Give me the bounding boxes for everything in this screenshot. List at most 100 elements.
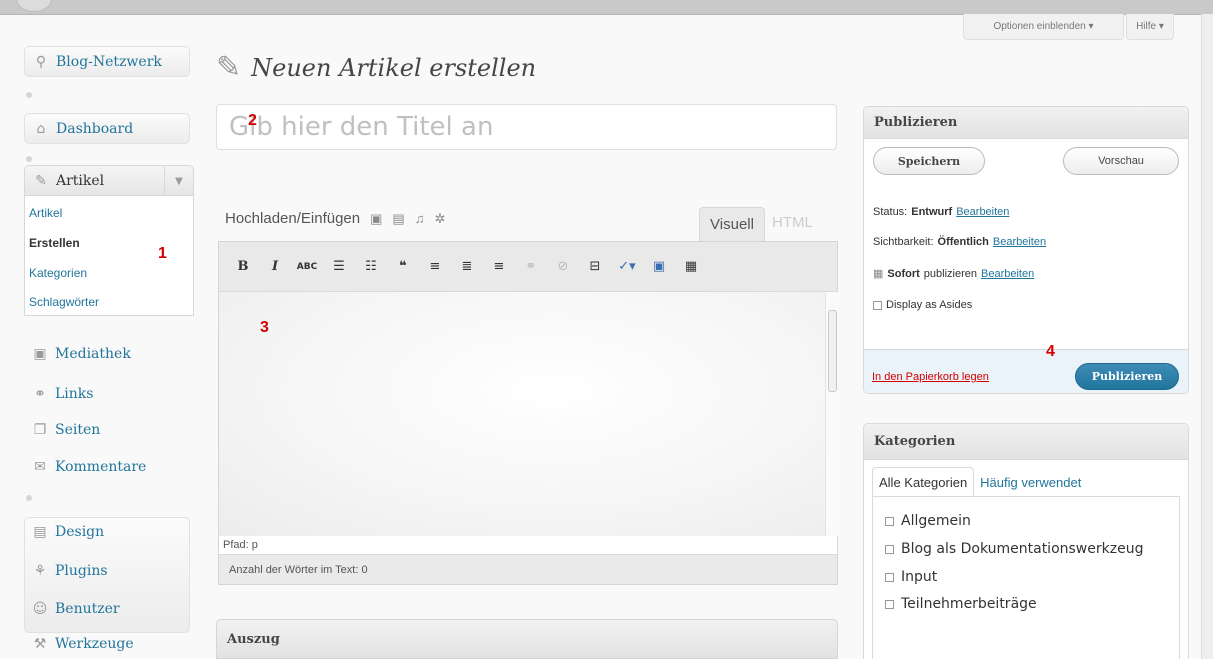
category-checkbox[interactable] <box>885 599 894 609</box>
preview-button[interactable]: Vorschau <box>1063 147 1179 175</box>
submenu-item-erstellen[interactable]: Erstellen <box>29 236 80 250</box>
sidebar-item-label: Design <box>55 524 105 540</box>
schedule-label: publizieren <box>923 267 977 280</box>
screen-options-button[interactable]: Optionen einblenden ▾ <box>963 14 1124 40</box>
tab-html[interactable]: HTML <box>772 214 813 231</box>
numbered-list-icon[interactable]: ☷ <box>359 255 383 279</box>
unlink-icon[interactable]: ⊘ <box>551 255 575 279</box>
schedule-row: ▦ Sofort publizieren Bearbeiten <box>873 267 1034 281</box>
publish-box-title: Publizieren <box>874 115 958 130</box>
scrollbar-thumb[interactable] <box>828 310 837 392</box>
tab-all-categories[interactable]: Alle Kategorien <box>872 467 975 497</box>
category-checkbox[interactable] <box>885 516 894 526</box>
add-image-icon[interactable]: ▣ <box>370 211 382 227</box>
sidebar-item-blog-network[interactable]: ⚲ Blog-Netzwerk <box>24 46 190 77</box>
pin-icon: ✎ <box>35 172 47 189</box>
artikel-submenu: Artikel Erstellen Kategorien Schlagwörte… <box>24 195 194 316</box>
save-draft-button[interactable]: Speichern <box>873 147 985 175</box>
move-to-trash-link[interactable]: In den Papierkorb legen <box>872 371 989 383</box>
help-label: Hilfe <box>1136 21 1157 32</box>
submenu-item-artikel[interactable]: Artikel <box>29 206 62 220</box>
link-icon[interactable]: ⚭ <box>519 255 543 279</box>
category-item[interactable]: Input <box>885 569 937 585</box>
sidebar-item-plugins[interactable]: ⚘ Plugins <box>24 556 190 586</box>
sidebar-item-design[interactable]: ▤ Design <box>24 517 190 547</box>
edit-status-link[interactable]: Bearbeiten <box>956 206 1009 218</box>
media-buttons: Hochladen/Einfügen ▣ ▤ ♫ ✲ <box>225 210 445 227</box>
title-placeholder: Gib hier den Titel an <box>229 112 494 142</box>
separator <box>26 156 32 162</box>
category-checkbox[interactable] <box>885 572 894 582</box>
sidebar-item-artikel[interactable]: ✎ Artikel ▼ <box>24 165 194 196</box>
kitchen-sink-icon[interactable]: ▦ <box>679 255 703 279</box>
chevron-down-icon[interactable]: ▼ <box>164 166 193 196</box>
users-icon: ☺ <box>32 601 48 617</box>
category-label: Blog als Dokumentationswerkzeug <box>901 541 1144 557</box>
sidebar-item-label: Benutzer <box>55 601 120 617</box>
blockquote-icon[interactable]: ❝ <box>391 255 415 279</box>
add-media-icon[interactable]: ✲ <box>434 211 445 227</box>
publish-button[interactable]: Publizieren <box>1075 363 1179 390</box>
category-item[interactable]: Allgemein <box>885 513 971 529</box>
category-label: Teilnehmerbeiträge <box>901 596 1037 612</box>
add-audio-icon[interactable]: ♫ <box>415 211 425 226</box>
bullet-list-icon[interactable]: ☰ <box>327 255 351 279</box>
submenu-item-kategorien[interactable]: Kategorien <box>29 266 87 280</box>
editor-path: Pfad: p <box>219 536 837 554</box>
sidebar-item-links[interactable]: ⚭ Links <box>24 379 190 409</box>
spellcheck-icon[interactable]: ✓▾ <box>615 255 639 279</box>
edit-schedule-link[interactable]: Bearbeiten <box>981 268 1034 280</box>
align-left-icon[interactable]: ≡ <box>423 255 447 279</box>
title-input[interactable]: Gib hier den Titel an <box>216 104 837 150</box>
separator <box>26 495 32 501</box>
plugin-icon: ⚘ <box>33 563 47 579</box>
asides-label: Display as Asides <box>886 299 973 311</box>
align-right-icon[interactable]: ≡ <box>487 255 511 279</box>
align-center-icon[interactable]: ≣ <box>455 255 479 279</box>
visibility-row: Sichtbarkeit: Öffentlich Bearbeiten <box>873 236 1046 248</box>
sidebar-item-label: Plugins <box>55 563 108 579</box>
chevron-down-icon: ▾ <box>1088 21 1094 32</box>
tab-visual[interactable]: Visuell <box>699 207 765 241</box>
publish-box-header[interactable]: Publizieren <box>864 107 1188 139</box>
sidebar-item-mediathek[interactable]: ▣ Mediathek <box>24 339 190 369</box>
sidebar-item-label: Blog-Netzwerk <box>56 53 162 70</box>
categories-box-header[interactable]: Kategorien <box>864 424 1188 460</box>
bold-icon[interactable]: B <box>231 255 255 279</box>
category-label: Input <box>901 569 938 585</box>
status-label: Status: <box>873 206 908 218</box>
submenu-item-schlagwoerter[interactable]: Schlagwörter <box>29 295 99 309</box>
publish-button-label: Publizieren <box>1091 370 1163 383</box>
asides-checkbox[interactable] <box>873 300 882 310</box>
help-button[interactable]: Hilfe ▾ <box>1126 14 1174 40</box>
sidebar-item-label: Links <box>55 386 94 402</box>
sidebar-item-seiten[interactable]: ❐ Seiten <box>24 415 190 445</box>
pin-icon: ✎ <box>216 50 242 85</box>
page-title-text: Neuen Artikel erstellen <box>251 53 537 82</box>
chevron-down-icon: ▾ <box>1158 21 1164 32</box>
dashboard-icon: ⌂ <box>36 120 46 137</box>
excerpt-box-header[interactable]: Auszug <box>216 619 838 659</box>
sidebar-item-kommentare[interactable]: ✉ Kommentare <box>24 452 190 482</box>
window-scrollbar[interactable] <box>1201 14 1213 659</box>
sidebar-item-werkzeuge[interactable]: ⚒ Werkzeuge <box>24 629 190 659</box>
sidebar-item-benutzer[interactable]: ☺ Benutzer <box>24 594 190 624</box>
category-item[interactable]: Teilnehmerbeiträge <box>885 596 1037 612</box>
italic-icon[interactable]: I <box>263 255 287 279</box>
sidebar-item-label: Werkzeuge <box>55 636 134 652</box>
sidebar-item-dashboard[interactable]: ⌂ Dashboard <box>24 113 190 144</box>
editor-scrollbar[interactable] <box>825 292 838 536</box>
strikethrough-icon[interactable]: ABC <box>295 255 319 279</box>
category-checkbox[interactable] <box>885 544 894 554</box>
editor-body[interactable] <box>219 292 825 536</box>
tab-most-used[interactable]: Häufig verwendet <box>974 467 1087 497</box>
category-checklist: Allgemein Blog als Dokumentationswerkzeu… <box>872 496 1180 659</box>
comment-icon: ✉ <box>34 459 46 475</box>
category-item[interactable]: Blog als Dokumentationswerkzeug <box>885 541 1143 557</box>
fullscreen-icon[interactable]: ▣ <box>647 255 671 279</box>
network-icon: ⚲ <box>35 53 47 70</box>
upload-label: Hochladen/Einfügen <box>225 210 361 227</box>
more-tag-icon[interactable]: ⊟ <box>583 255 607 279</box>
edit-visibility-link[interactable]: Bearbeiten <box>993 236 1046 248</box>
add-video-icon[interactable]: ▤ <box>392 211 404 227</box>
